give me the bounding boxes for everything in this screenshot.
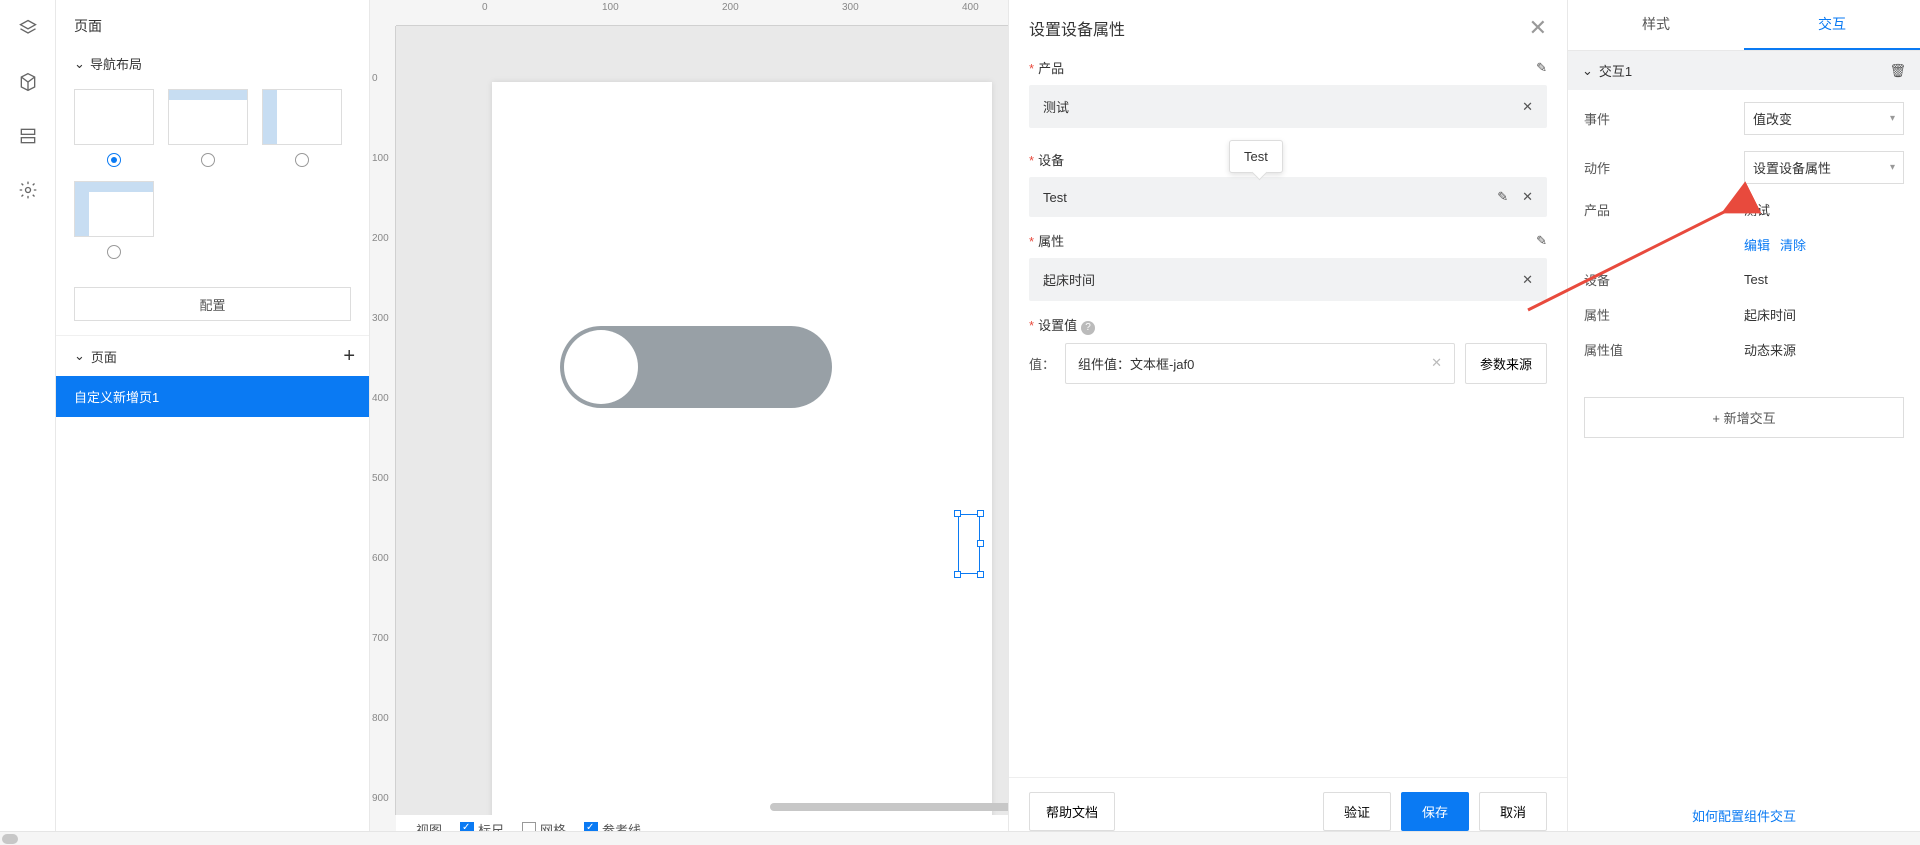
- cube-icon[interactable]: [18, 72, 38, 92]
- layout-option-2[interactable]: [168, 89, 248, 145]
- clear-icon[interactable]: ✕: [1431, 355, 1442, 371]
- chevron-down-icon: ⌄: [74, 56, 84, 72]
- value-input[interactable]: 组件值：文本框-jaf0✕: [1065, 343, 1455, 384]
- pages-title: 页面: [91, 347, 117, 366]
- window-scrollbar[interactable]: [0, 831, 1920, 845]
- attr-label: 属性: [1038, 234, 1064, 249]
- add-page-button[interactable]: +: [343, 346, 355, 366]
- attrvalue-value: 动态来源: [1744, 340, 1796, 359]
- left-panel: 页面 ⌄ 导航布局 配置 ⌄ 页面 + 自定义新增页1: [56, 0, 370, 845]
- edit-link[interactable]: 编辑: [1744, 235, 1770, 254]
- nav-group-header[interactable]: ⌄ 导航布局: [56, 46, 369, 81]
- device-value: Test: [1744, 272, 1768, 287]
- nav-group-label: 导航布局: [90, 54, 142, 73]
- attrvalue-label: 属性值: [1584, 340, 1744, 359]
- attr-field[interactable]: 起床时间✕: [1029, 258, 1547, 301]
- event-label: 事件: [1584, 109, 1744, 128]
- left-rail: [0, 0, 56, 845]
- clear-icon[interactable]: ✕: [1522, 189, 1533, 205]
- help-doc-button[interactable]: 帮助文档: [1029, 792, 1115, 831]
- setval-label: 设置值: [1038, 318, 1077, 333]
- verify-button[interactable]: 验证: [1323, 792, 1391, 831]
- pages-header: ⌄ 页面 +: [56, 335, 369, 376]
- delete-icon[interactable]: 🗑: [1889, 63, 1906, 79]
- right-panel: 样式 交互 ⌄交互1 🗑 事件值改变▾ 动作设置设备属性▾ 产品测试 编辑清除 …: [1568, 0, 1920, 845]
- howto-link[interactable]: 如何配置组件交互: [1692, 809, 1796, 824]
- product-label: 产品: [1038, 61, 1064, 76]
- product-field[interactable]: 测试✕: [1029, 85, 1547, 128]
- panel-title: 设置设备属性: [1029, 16, 1125, 40]
- layout-icon[interactable]: [18, 126, 38, 146]
- action-label: 动作: [1584, 158, 1744, 177]
- device-label: 设备: [1038, 153, 1064, 168]
- interaction-header[interactable]: ⌄交互1 🗑: [1568, 51, 1920, 90]
- edit-icon[interactable]: ✎: [1497, 189, 1508, 205]
- layout-radio-4[interactable]: [107, 245, 121, 259]
- layout-radio-3[interactable]: [295, 153, 309, 167]
- layout-option-4[interactable]: [74, 181, 154, 237]
- clear-link[interactable]: 清除: [1780, 235, 1806, 254]
- canvas[interactable]: [396, 26, 1008, 815]
- layout-options: [56, 81, 369, 273]
- cancel-button[interactable]: 取消: [1479, 792, 1547, 831]
- add-interaction-button[interactable]: + 新增交互: [1584, 397, 1904, 438]
- edit-icon[interactable]: ✎: [1536, 60, 1547, 76]
- canvas-page[interactable]: [492, 82, 992, 815]
- value-label: 值：: [1029, 354, 1055, 373]
- configure-button[interactable]: 配置: [74, 287, 351, 321]
- attr-label: 属性: [1584, 305, 1744, 324]
- chevron-down-icon: ▾: [1890, 113, 1895, 124]
- layers-icon[interactable]: [18, 18, 38, 38]
- layout-option-1[interactable]: [74, 89, 154, 145]
- ruler-horizontal: -100 0 100 200 300 400 500 600: [396, 0, 1008, 26]
- tooltip: Test: [1229, 140, 1283, 173]
- help-icon[interactable]: ?: [1081, 321, 1095, 335]
- attr-value: 起床时间: [1744, 305, 1796, 324]
- device-label: 设备: [1584, 270, 1744, 289]
- right-tabs: 样式 交互: [1568, 0, 1920, 51]
- page-item-active[interactable]: 自定义新增页1: [56, 376, 369, 417]
- chevron-down-icon: ⌄: [1582, 63, 1593, 79]
- save-button[interactable]: 保存: [1401, 792, 1469, 831]
- clear-icon[interactable]: ✕: [1522, 272, 1533, 288]
- device-attr-panel: 设置设备属性 ✕ *产品✎ 测试✕ Test *设备 Test✎✕ *属性✎ 起…: [1008, 0, 1568, 845]
- event-select[interactable]: 值改变▾: [1744, 102, 1904, 135]
- param-source-button[interactable]: 参数来源: [1465, 343, 1547, 384]
- ruler-vertical: -100 0 100 200 300 400 500 600 700 800 9…: [370, 26, 396, 815]
- canvas-scrollbar[interactable]: [770, 803, 1008, 811]
- clear-icon[interactable]: ✕: [1522, 99, 1533, 115]
- chevron-down-icon: ▾: [1890, 162, 1895, 173]
- tab-interaction[interactable]: 交互: [1744, 0, 1920, 50]
- product-value: 测试: [1744, 200, 1770, 219]
- action-select[interactable]: 设置设备属性▾: [1744, 151, 1904, 184]
- device-field[interactable]: Test✎✕: [1029, 177, 1547, 217]
- layout-option-3[interactable]: [262, 89, 342, 145]
- selection-handles[interactable]: [958, 514, 980, 574]
- panel-title: 页面: [56, 0, 369, 46]
- tab-style[interactable]: 样式: [1568, 0, 1744, 50]
- chevron-down-icon: ⌄: [74, 348, 85, 364]
- product-label: 产品: [1584, 200, 1744, 219]
- layout-radio-1[interactable]: [107, 153, 121, 167]
- edit-icon[interactable]: ✎: [1536, 233, 1547, 249]
- toggle-component[interactable]: [560, 326, 832, 408]
- close-button[interactable]: ✕: [1529, 17, 1547, 39]
- layout-radio-2[interactable]: [201, 153, 215, 167]
- canvas-area: -100 0 100 200 300 400 500 600 -100 0 10…: [370, 0, 1008, 845]
- gear-icon[interactable]: [18, 180, 38, 200]
